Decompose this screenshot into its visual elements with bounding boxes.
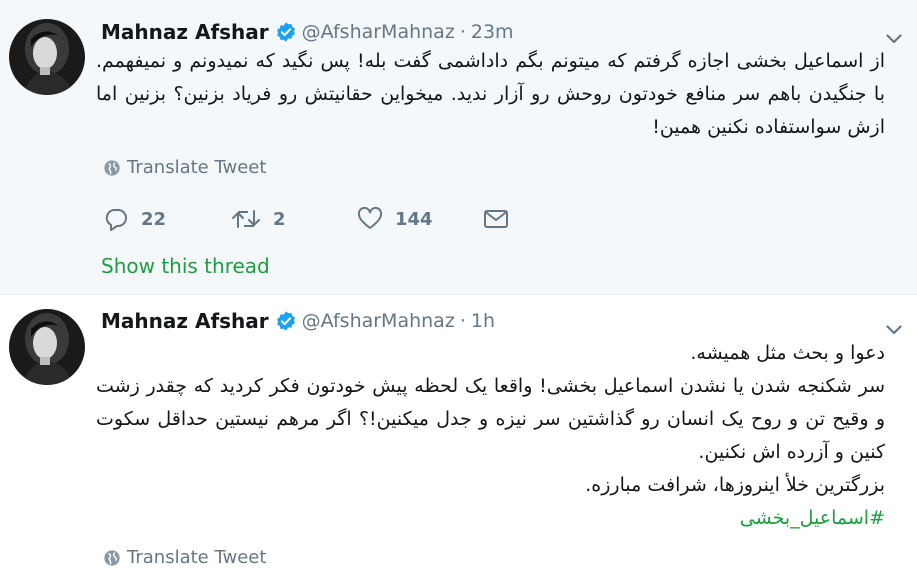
timeline: Mahnaz Afshar @AfsharMahnaz · 23m از اسم… [0,0,917,577]
tweet-text-line: دعوا و بحث مثل همیشه. [690,342,885,364]
author-name[interactable]: Mahnaz Afshar [101,309,269,333]
verified-badge-icon [275,21,297,43]
avatar[interactable] [9,19,85,95]
separator: · [459,21,466,43]
tweet[interactable]: Mahnaz Afshar @AfsharMahnaz · 1h دعوا و … [0,295,917,577]
heart-icon [357,207,383,229]
tweet-text: از اسماعیل بخشی اجازه گرفتم که میتونم بگ… [96,45,885,144]
tweet-text: دعوا و بحث مثل همیشه. سر شکنجه شدن یا نش… [96,337,885,535]
hashtag-link[interactable]: #اسماعیل_بخشی [740,507,885,529]
tweet[interactable]: Mahnaz Afshar @AfsharMahnaz · 23m از اسم… [0,0,917,295]
tweet-timestamp[interactable]: 23m [471,21,514,43]
globe-icon [104,549,120,566]
retweet-icon [232,210,260,228]
author-handle[interactable]: @AfsharMahnaz [302,21,455,43]
globe-icon [104,159,120,176]
translate-label: Translate Tweet [127,547,267,568]
author-name[interactable]: Mahnaz Afshar [101,20,269,44]
reply-icon [105,209,127,231]
tweet-actions: 22 2 144 [103,204,509,234]
separator: · [459,310,466,332]
translate-tweet-link[interactable]: Translate Tweet [103,157,266,178]
chevron-down-icon[interactable] [883,319,905,341]
like-count: 144 [395,208,433,230]
chevron-down-icon[interactable] [883,28,905,50]
retweet-button[interactable]: 2 [231,204,357,234]
envelope-icon [484,210,508,228]
retweet-count: 2 [273,208,286,230]
author-handle[interactable]: @AfsharMahnaz [302,310,455,332]
translate-tweet-link[interactable]: Translate Tweet [103,547,266,568]
avatar[interactable] [9,309,85,385]
reply-button[interactable]: 22 [103,204,231,234]
tweet-text-line: از اسماعیل بخشی اجازه گرفتم که میتونم بگ… [96,50,885,138]
tweet-header: Mahnaz Afshar @AfsharMahnaz · 23m [101,19,514,45]
verified-badge-icon [275,310,297,332]
like-button[interactable]: 144 [357,204,483,234]
tweet-text-line: سر شکنجه شدن یا نشدن اسماعیل بخشی! واقعا… [96,375,885,463]
translate-label: Translate Tweet [127,157,267,178]
tweet-text-line: بزرگترین خلأ اینروزها، شرافت مبارزه. [585,474,885,496]
show-thread-link[interactable]: Show this thread [101,254,270,278]
reply-count: 22 [141,208,167,230]
tweet-timestamp[interactable]: 1h [471,310,495,332]
tweet-header: Mahnaz Afshar @AfsharMahnaz · 1h [101,308,495,334]
direct-message-button[interactable] [483,204,509,234]
